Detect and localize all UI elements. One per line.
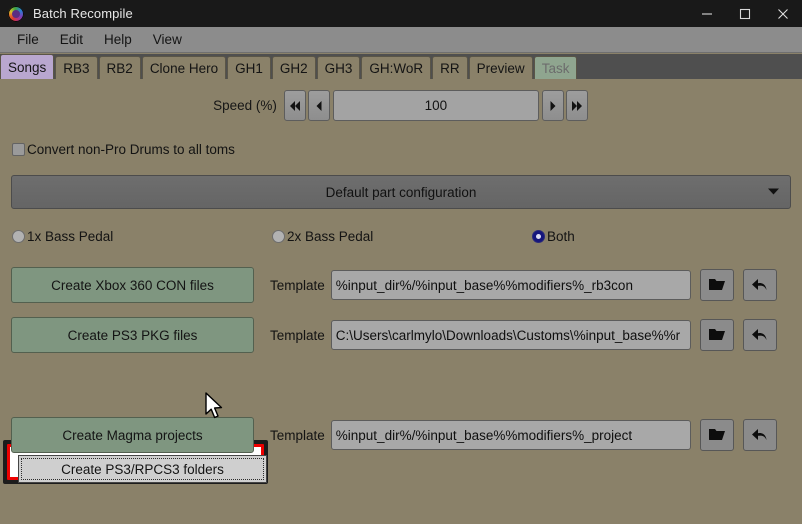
xbox360-template-input[interactable]: %input_dir%/%input_base%%modifiers%_rb3c… xyxy=(330,270,691,300)
magma-projects-row: Create Magma projects Template %input_di… xyxy=(0,417,802,453)
radio-both-indicator[interactable] xyxy=(532,230,545,243)
create-magma-projects-button[interactable]: Create Magma projects xyxy=(11,417,254,453)
tab-rb2[interactable]: RB2 xyxy=(98,56,141,79)
convert-drums-checkbox[interactable] xyxy=(12,143,25,156)
xbox360-con-row: Create Xbox 360 CON files Template %inpu… xyxy=(0,267,802,303)
menu-item-edit[interactable]: Edit xyxy=(51,29,92,50)
radio-2x-bass-pedal-label: 2x Bass Pedal xyxy=(287,229,374,244)
songs-panel: Speed (%) 100 Convert non-Pro Drums to a… xyxy=(0,79,802,524)
magma-reset-button[interactable] xyxy=(742,419,777,451)
minimize-icon[interactable] xyxy=(688,0,726,27)
tab-ghwor[interactable]: GH:WoR xyxy=(361,56,432,79)
tab-preview[interactable]: Preview xyxy=(468,56,533,79)
create-xbox360-con-button[interactable]: Create Xbox 360 CON files xyxy=(11,267,254,303)
create-ps3-rpcs3-folders-label: Create PS3/RPCS3 folders xyxy=(61,461,224,477)
convert-drums-label: Convert non-Pro Drums to all toms xyxy=(27,142,235,157)
menu-item-file[interactable]: File xyxy=(8,29,48,50)
create-ps3-pkg-button[interactable]: Create PS3 PKG files xyxy=(11,317,254,353)
window-title: Batch Recompile xyxy=(33,6,133,21)
title-bar: Batch Recompile xyxy=(0,0,802,27)
tab-rb3[interactable]: RB3 xyxy=(55,56,98,79)
tab-gh1[interactable]: GH1 xyxy=(227,56,271,79)
speed-value[interactable]: 100 xyxy=(332,90,539,121)
window-controls xyxy=(688,0,802,27)
ps3-pkg-template-input[interactable]: C:\Users\carlmylo\Downloads\Customs\%inp… xyxy=(330,320,691,350)
app-logo-icon xyxy=(8,5,24,22)
magma-template-input[interactable]: %input_dir%/%input_base%%modifiers%_proj… xyxy=(330,420,691,450)
radio-1x-bass-pedal-indicator[interactable] xyxy=(12,230,25,243)
radio-both[interactable]: Both xyxy=(532,229,575,244)
speed-control: Speed (%) 100 xyxy=(0,90,802,121)
application-window: Batch Recompile File Edit Help View Song… xyxy=(0,0,802,524)
tab-bar: Songs RB3 RB2 Clone Hero GH1 GH2 GH3 GH:… xyxy=(0,54,802,79)
part-configuration-value: Default part configuration xyxy=(325,184,477,200)
maximize-icon[interactable] xyxy=(726,0,764,27)
xbox360-template-label: Template xyxy=(270,277,325,293)
radio-1x-bass-pedal-label: 1x Bass Pedal xyxy=(27,229,114,244)
menu-item-help[interactable]: Help xyxy=(95,29,141,50)
speed-label: Speed (%) xyxy=(213,98,277,113)
tab-gh2[interactable]: GH2 xyxy=(271,56,316,79)
radio-both-label: Both xyxy=(547,229,575,244)
tab-clone-hero[interactable]: Clone Hero xyxy=(141,56,227,79)
ps3-pkg-row: Create PS3 PKG files Template C:\Users\c… xyxy=(0,317,802,353)
menu-bar: File Edit Help View xyxy=(0,27,802,53)
convert-drums-row[interactable]: Convert non-Pro Drums to all toms xyxy=(12,142,235,157)
tab-songs[interactable]: Songs xyxy=(0,54,55,79)
speed-first-button[interactable] xyxy=(283,90,306,121)
speed-next-button[interactable] xyxy=(541,90,564,121)
xbox360-reset-button[interactable] xyxy=(742,269,777,301)
magma-browse-button[interactable] xyxy=(699,419,734,451)
close-icon[interactable] xyxy=(764,0,802,27)
speed-prev-button[interactable] xyxy=(307,90,330,121)
menu-item-view[interactable]: View xyxy=(144,29,191,50)
radio-2x-bass-pedal[interactable]: 2x Bass Pedal xyxy=(272,229,373,244)
speed-last-button[interactable] xyxy=(565,90,588,121)
chevron-down-icon xyxy=(767,183,780,201)
radio-2x-bass-pedal-indicator[interactable] xyxy=(272,230,285,243)
ps3-pkg-reset-button[interactable] xyxy=(742,319,777,351)
magma-template-label: Template xyxy=(270,427,325,443)
tab-task: Task xyxy=(533,56,578,79)
xbox360-browse-button[interactable] xyxy=(699,269,734,301)
radio-1x-bass-pedal[interactable]: 1x Bass Pedal xyxy=(12,229,113,244)
ps3-pkg-template-label: Template xyxy=(270,327,325,343)
tab-rr[interactable]: RR xyxy=(432,56,468,79)
tab-gh3[interactable]: GH3 xyxy=(316,56,361,79)
ps3-pkg-browse-button[interactable] xyxy=(699,319,734,351)
bass-pedal-options: 1x Bass Pedal 2x Bass Pedal Both xyxy=(0,229,802,249)
part-configuration-dropdown[interactable]: Default part configuration xyxy=(11,175,791,209)
create-ps3-rpcs3-folders-button[interactable]: Create PS3/RPCS3 folders xyxy=(18,455,267,483)
